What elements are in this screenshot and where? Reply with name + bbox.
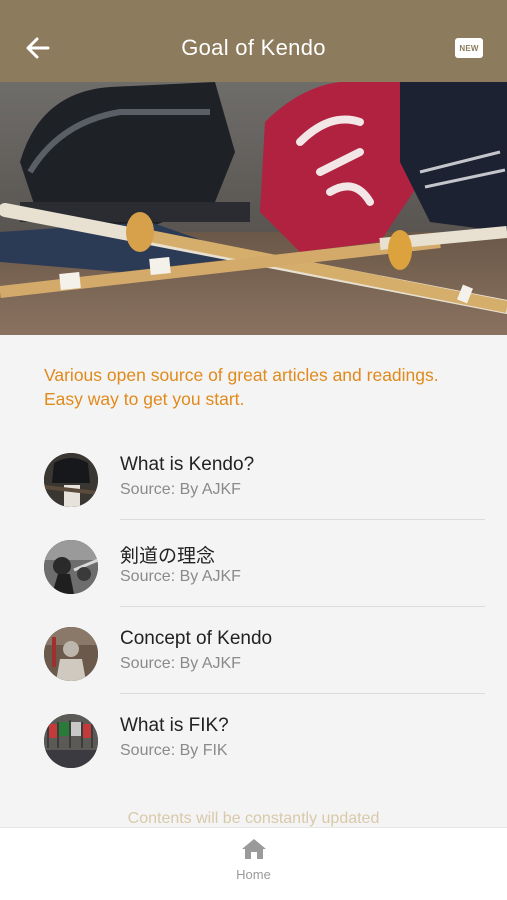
article-title: 剣道の理念 [120,546,216,567]
article-source: Source: By FIK [120,742,228,759]
article-list: What is Kendo? Source: By AJKF 剣道の理念 Sou… [0,433,507,781]
article-thumbnail [44,540,98,594]
intro-text: Various open source of great articles an… [44,365,439,409]
list-item[interactable]: What is Kendo? Source: By AJKF [0,433,507,520]
article-title: What is Kendo? [120,454,255,475]
tab-home[interactable]: Home [224,838,284,894]
list-item[interactable]: 剣道の理念 Source: By AJKF [0,520,507,607]
article-thumbnail [44,714,98,768]
article-source: Source: By AJKF [120,481,241,498]
back-button[interactable] [22,32,54,64]
hero-image [0,82,507,335]
article-thumbnail [44,453,98,507]
new-badge-label: NEW [459,43,479,53]
new-button[interactable]: NEW [455,38,483,58]
article-source: Source: By AJKF [120,655,241,672]
list-item[interactable]: Concept of Kendo Source: By AJKF [0,607,507,694]
article-title: What is FIK? [120,715,229,736]
home-icon [241,839,266,859]
list-item[interactable]: What is FIK? Source: By FIK [0,694,507,781]
page-title: Goal of Kendo [181,35,326,60]
article-thumbnail [44,627,98,681]
footer-note: Contents will be constantly updated [127,810,380,827]
app-header: Goal of Kendo NEW [0,0,507,82]
tab-bar: Home [0,827,507,900]
tab-home-label: Home [236,867,271,882]
arrow-left-icon [26,37,50,59]
article-title: Concept of Kendo [120,628,273,649]
article-source: Source: By AJKF [120,568,241,585]
